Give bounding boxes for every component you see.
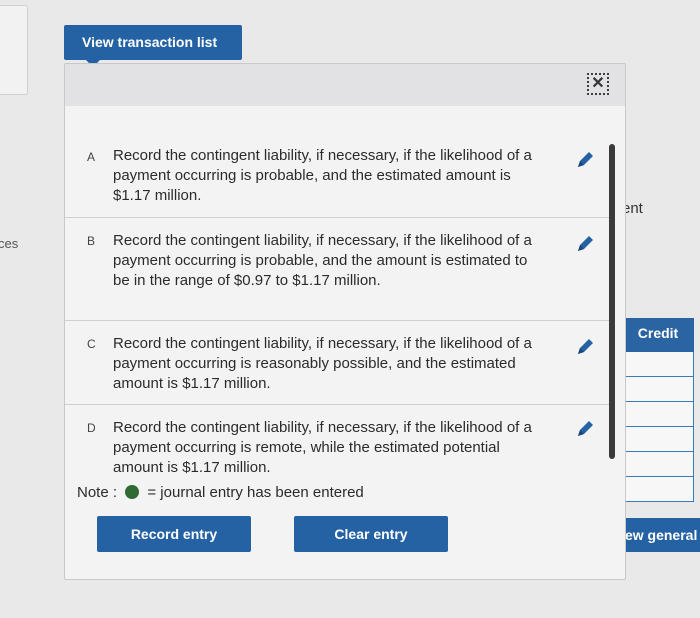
view-transaction-list-button[interactable]: View transaction list bbox=[64, 25, 242, 60]
background-credit-table: Credit bbox=[622, 318, 694, 502]
close-icon[interactable]: ✕ bbox=[587, 73, 609, 95]
item-description: Record the contingent liability, if nece… bbox=[113, 147, 532, 204]
credit-cell[interactable] bbox=[622, 377, 694, 402]
item-letter: B bbox=[87, 234, 96, 248]
edit-pencil-icon[interactable] bbox=[575, 150, 595, 170]
clear-entry-button[interactable]: Clear entry bbox=[294, 516, 448, 552]
credit-cell[interactable] bbox=[622, 402, 694, 427]
item-description: Record the contingent liability, if nece… bbox=[113, 335, 532, 392]
note: Note : = journal entry has been entered bbox=[77, 484, 364, 501]
list-item[interactable]: C Record the contingent liability, if ne… bbox=[65, 321, 613, 405]
item-description: Record the contingent liability, if nece… bbox=[113, 232, 532, 289]
list-item[interactable]: B Record the contingent liability, if ne… bbox=[65, 218, 613, 321]
modal-header: ✕ bbox=[65, 64, 625, 106]
item-letter: D bbox=[87, 421, 96, 435]
item-description: Record the contingent liability, if nece… bbox=[113, 419, 532, 476]
note-text: = journal entry has been entered bbox=[147, 484, 364, 501]
note-label: Note : bbox=[77, 484, 118, 501]
record-entry-button[interactable]: Record entry bbox=[97, 516, 251, 552]
entered-dot-icon bbox=[125, 485, 140, 499]
scrollbar[interactable] bbox=[609, 144, 615, 459]
credit-cell[interactable] bbox=[622, 477, 694, 502]
edit-pencil-icon[interactable] bbox=[575, 337, 595, 357]
credit-cell[interactable] bbox=[622, 352, 694, 377]
transaction-list: A Record the contingent liability, if ne… bbox=[65, 106, 625, 476]
list-item[interactable]: A Record the contingent liability, if ne… bbox=[65, 106, 613, 218]
item-letter: C bbox=[87, 337, 96, 351]
background-left-text: ces bbox=[0, 236, 19, 251]
list-item[interactable]: D Record the contingent liability, if ne… bbox=[65, 405, 613, 476]
credit-column-header: Credit bbox=[622, 318, 694, 352]
item-letter: A bbox=[87, 150, 96, 164]
transaction-list-modal: ✕ A Record the contingent liability, if … bbox=[64, 63, 626, 580]
edit-pencil-icon[interactable] bbox=[575, 419, 595, 439]
credit-cell[interactable] bbox=[622, 452, 694, 477]
credit-cell[interactable] bbox=[622, 427, 694, 452]
edit-pencil-icon[interactable] bbox=[575, 234, 595, 254]
background-panel bbox=[0, 5, 28, 95]
